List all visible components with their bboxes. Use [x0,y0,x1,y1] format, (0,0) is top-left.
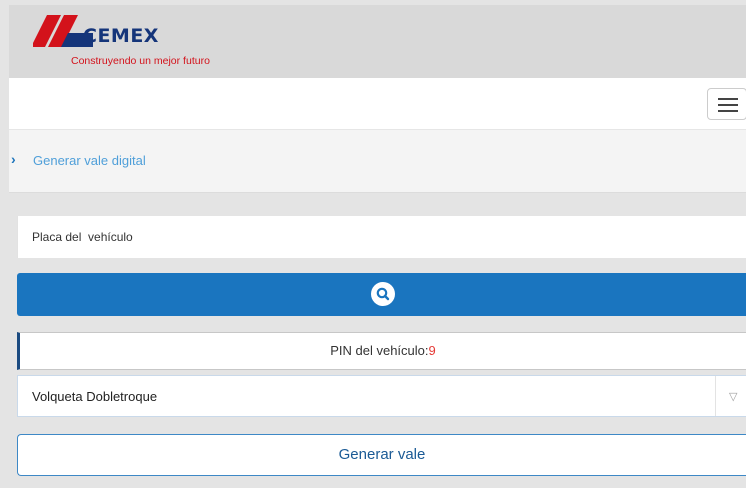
navbar [9,78,746,130]
search-icon [371,282,395,306]
logo-wordmark: CEMEX [83,25,159,47]
hamburger-icon [718,98,738,100]
generate-voucher-button[interactable]: Generar vale [17,434,746,476]
vehicle-type-value: Volqueta Dobletroque [32,389,158,404]
chevron-right-icon: › [11,151,16,167]
pin-label: PIN del vehículo: [330,343,429,358]
plate-input[interactable] [17,216,746,258]
select-divider [715,376,716,416]
pin-value: 9 [428,343,436,358]
search-button[interactable] [17,273,746,316]
cemex-logo: CEMEX Construyendo un mejor futuro [33,11,233,71]
logo-tagline: Construyendo un mejor futuro [71,55,210,67]
pin-display: PIN del vehículo:9 [17,332,746,370]
vehicle-type-select[interactable]: Volqueta Dobletroque ▽ [17,375,746,417]
hamburger-icon-bar [718,110,738,112]
triangle-down-icon[interactable]: ▽ [729,390,737,403]
hamburger-icon-bar [718,104,738,106]
menu-toggle-button[interactable] [707,88,746,120]
breadcrumb-link-generar-vale[interactable]: Generar vale digital [33,153,146,168]
header: CEMEX Construyendo un mejor futuro [9,5,746,78]
breadcrumb: › Generar vale digital [9,130,746,193]
